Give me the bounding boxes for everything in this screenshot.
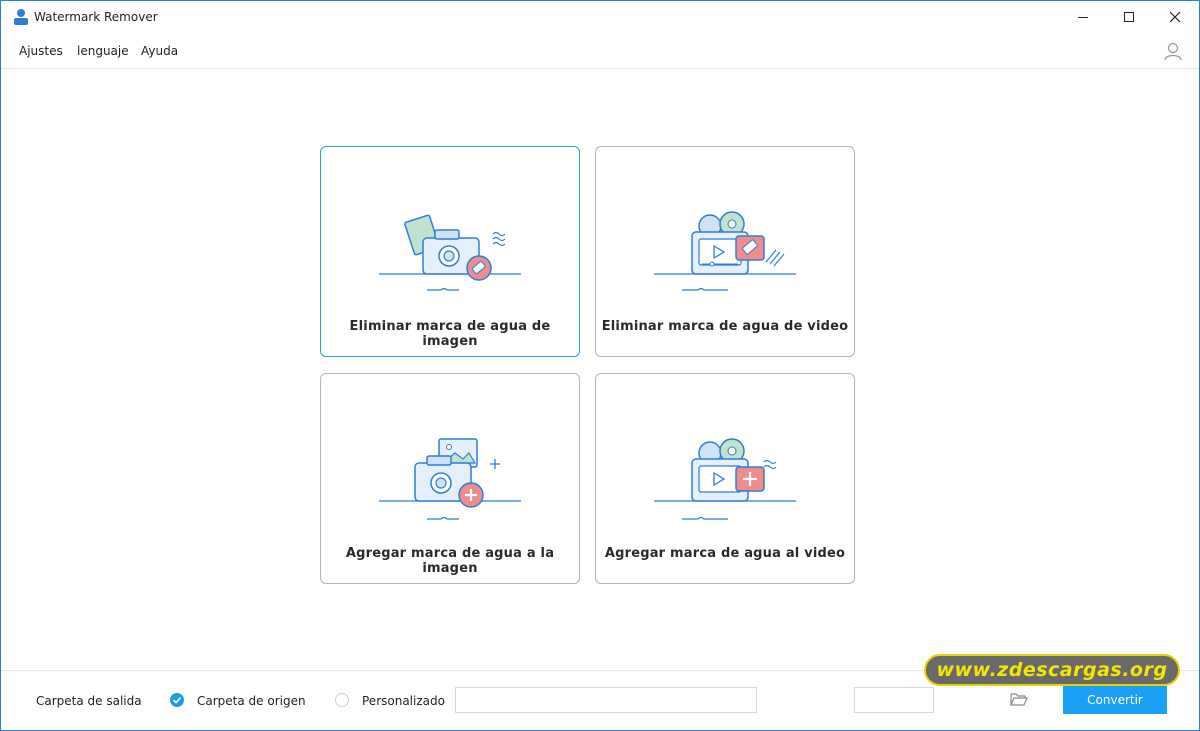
output-folder-label: Carpeta de salida [36,694,142,708]
window-title: Watermark Remover [34,10,158,24]
title-bar: Watermark Remover [1,1,1199,33]
minimize-button[interactable] [1060,1,1106,33]
card-remove-image-watermark[interactable]: Eliminar marca de agua de imagen [320,146,580,357]
minimize-icon [1078,17,1088,18]
output-path-extension[interactable] [854,687,934,713]
close-button[interactable] [1152,1,1198,33]
app-logo-icon [14,9,28,25]
card-label: Eliminar marca de agua de imagen [349,319,551,349]
video-eraser-icon [654,211,796,291]
card-remove-video-watermark[interactable]: Eliminar marca de agua de video [595,146,855,357]
maximize-icon [1124,12,1134,22]
menu-bar: Ajustes lenguaje Ayuda [1,34,1199,69]
card-label: Eliminar marca de agua de video [601,319,849,334]
card-add-video-watermark[interactable]: Agregar marca de agua al video [595,373,855,584]
menu-ayuda[interactable]: Ayuda [141,44,178,58]
watermark-text: www.zdescargas.org [936,659,1168,681]
convert-button[interactable]: Convertir [1063,686,1167,714]
close-icon [1169,11,1181,23]
menu-ajustes[interactable]: Ajustes [19,44,63,58]
card-label: Agregar marca de agua al video [604,546,846,561]
output-path-input[interactable] [455,687,757,713]
site-watermark: www.zdescargas.org [924,654,1180,686]
user-account-icon[interactable] [1163,41,1183,61]
radio-custom-folder[interactable] [335,693,349,707]
app-window: Watermark Remover Ajustes lenguaje Ayuda [0,0,1200,731]
card-label: Agregar marca de agua a la imagen [345,546,555,576]
camera-add-icon [379,438,521,520]
camera-eraser-icon [379,214,521,291]
video-add-icon [654,438,796,520]
custom-folder-label: Personalizado [362,694,445,708]
maximize-button[interactable] [1106,1,1152,33]
radio-source-folder[interactable] [170,693,184,707]
menu-lenguaje[interactable]: lenguaje [77,44,129,58]
card-add-image-watermark[interactable]: Agregar marca de agua a la imagen [320,373,580,584]
folder-open-icon[interactable] [1010,691,1028,707]
source-folder-label: Carpeta de origen [197,694,306,708]
check-icon [172,697,182,704]
